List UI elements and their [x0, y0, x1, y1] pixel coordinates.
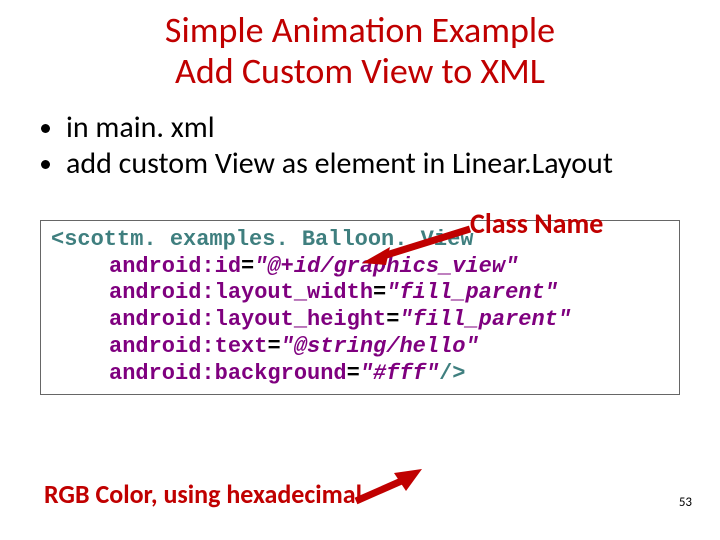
bullet-1: in main. xml — [66, 111, 680, 146]
code-attr: android:layout_width — [109, 280, 373, 305]
code-value: "fill_parent" — [399, 307, 571, 332]
code-attr: android:text — [109, 334, 267, 359]
code-attr: android:background — [109, 361, 347, 386]
arrow-icon — [362, 225, 474, 267]
code-attr: android:id — [109, 254, 241, 279]
code-value: "@string/hello" — [281, 334, 479, 359]
code-line: android:background="#fff"/> — [51, 361, 673, 388]
label-rgb-color: RGB Color, using hexadecimal — [44, 478, 362, 510]
code-line: android:text="@string/hello" — [51, 334, 673, 361]
title-line-2: Add Custom View to XML — [175, 49, 545, 93]
code-block: <scottm. examples. Balloon. View android… — [40, 220, 680, 395]
code-attr: android:layout_height — [109, 307, 386, 332]
code-line: android:layout_height="fill_parent" — [51, 307, 673, 334]
slide-title: Simple Animation Example Add Custom View… — [40, 10, 680, 93]
code-line: android:layout_width="fill_parent" — [51, 280, 673, 307]
page-number: 53 — [679, 495, 692, 510]
code-value: "#fff" — [360, 361, 439, 386]
slide: Simple Animation Example Add Custom View… — [0, 0, 720, 540]
bullet-list: in main. xml add custom View as element … — [40, 111, 680, 182]
bullet-2: add custom View as element in Linear.Lay… — [66, 147, 680, 182]
code-value: "fill_parent" — [386, 280, 558, 305]
label-class-name: Class Name — [470, 206, 603, 241]
title-line-1: Simple Animation Example — [165, 8, 555, 52]
